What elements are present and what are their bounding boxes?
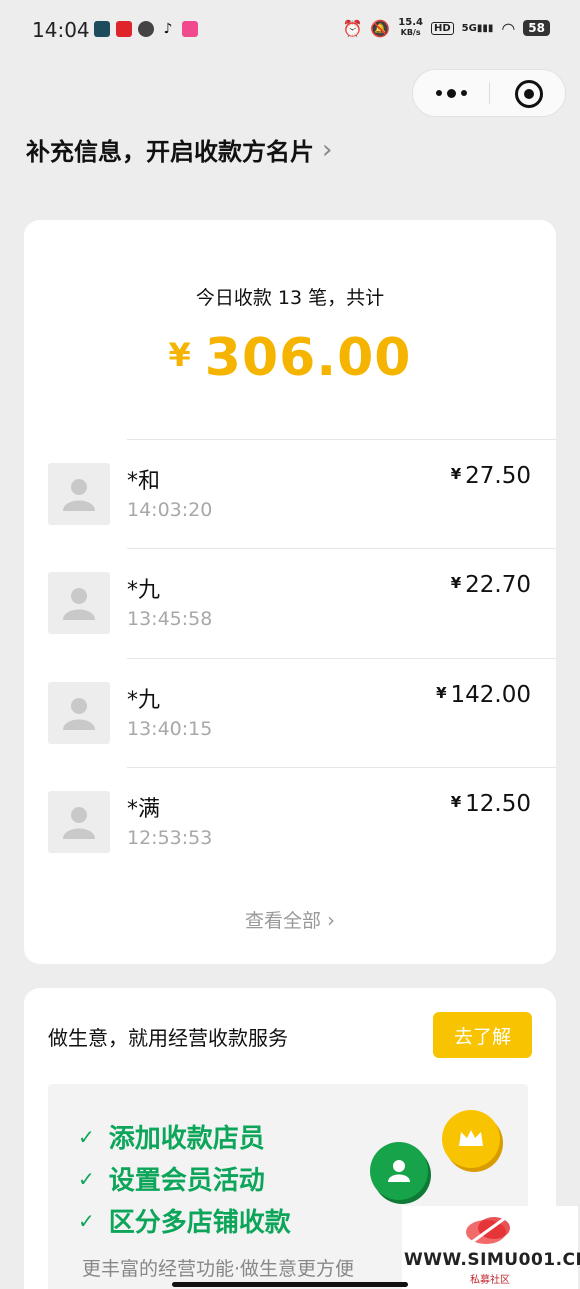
status-bar: 14:04 ♪ ⏰ 🔕 15.4 KB/s HD 5G▮▮▮ ◠ 58 [0, 0, 580, 62]
payment-amount: ¥12.50 [450, 791, 531, 817]
chevron-right-icon: › [322, 134, 333, 165]
transaction-row[interactable]: *满 12:53:53 ¥12.50 [24, 767, 556, 877]
battery-icon: 58 [523, 20, 550, 36]
payer-name: *和 [127, 469, 161, 494]
default-user-icon [63, 479, 95, 511]
check-icon: ✓ [78, 1208, 95, 1233]
row-divider [127, 439, 556, 440]
currency-symbol: ¥ [168, 336, 191, 374]
row-divider [127, 767, 556, 768]
row-divider [127, 658, 556, 659]
view-all-label: 查看全部 [244, 910, 321, 932]
payer-name: *九 [127, 688, 161, 713]
crown-coin-icon [442, 1110, 500, 1168]
payer-name: *满 [127, 797, 161, 822]
status-indicators: ⏰ 🔕 15.4 KB/s HD 5G▮▮▮ ◠ 58 [342, 18, 550, 38]
row-divider [127, 548, 556, 549]
feature-item: ✓ 区分多店铺收款 [78, 1208, 291, 1238]
payment-amount: ¥27.50 [450, 463, 531, 489]
status-time: 14:04 [32, 18, 90, 42]
home-indicator[interactable] [172, 1282, 408, 1287]
more-options-icon[interactable] [413, 70, 489, 116]
default-user-icon [63, 588, 95, 620]
chevron-right-icon: › [327, 908, 335, 932]
app-notification-icon [94, 21, 110, 37]
payment-amount: ¥22.70 [450, 572, 531, 598]
capsule-divider [489, 82, 490, 104]
watermark: WWW.SIMU001.CN 私募社区 [402, 1206, 580, 1289]
transaction-row[interactable]: *和 14:03:20 ¥27.50 [24, 439, 556, 549]
signal-icon: 5G▮▮▮ [461, 22, 494, 34]
transaction-row[interactable]: *九 13:45:58 ¥22.70 [24, 548, 556, 658]
check-icon: ✓ [78, 1166, 95, 1191]
default-user-icon [63, 698, 95, 730]
check-icon: ✓ [78, 1124, 95, 1149]
today-total-amount: ¥306.00 [24, 328, 556, 388]
supplement-info-label: 补充信息，开启收款方名片 [26, 138, 314, 166]
tiktok-icon: ♪ [163, 21, 173, 37]
miniprogram-capsule [412, 69, 566, 117]
payer-avatar [48, 682, 110, 744]
payer-name: *九 [127, 578, 161, 603]
today-summary-label: 今日收款 13 笔，共计 [195, 287, 385, 309]
transaction-row[interactable]: *九 13:40:15 ¥142.00 [24, 658, 556, 768]
payment-time: 13:40:15 [127, 718, 213, 740]
learn-more-button[interactable]: 去了解 [433, 1012, 532, 1058]
feature-item: ✓ 设置会员活动 [78, 1166, 265, 1196]
feature-item: ✓ 添加收款店员 [78, 1124, 265, 1154]
payment-time: 13:45:58 [127, 608, 213, 630]
net-speed: 15.4 KB/s [398, 17, 423, 38]
close-miniprogram-icon[interactable] [515, 80, 543, 108]
default-user-icon [63, 807, 95, 839]
payment-amount: ¥142.00 [436, 682, 531, 708]
watermark-site: WWW.SIMU001.CN [404, 1250, 580, 1270]
staff-coin-icon [370, 1142, 428, 1200]
app-notification-icon [182, 21, 198, 37]
supplement-info-link[interactable]: 补充信息，开启收款方名片 › [26, 132, 332, 167]
total-amount-value: 306.00 [204, 328, 412, 388]
hd-badge: HD [430, 21, 454, 35]
payer-avatar [48, 463, 110, 525]
mute-icon: 🔕 [370, 18, 391, 38]
today-receipts-card: 今日收款 13 笔，共计 ¥306.00 *和 14:03:20 ¥27.50 … [24, 220, 556, 964]
view-all-link[interactable]: 查看全部 › [24, 906, 556, 933]
payer-avatar [48, 791, 110, 853]
notification-icons: ♪ [94, 21, 198, 37]
wifi-icon: ◠ [501, 18, 516, 38]
alarm-icon: ⏰ [342, 18, 363, 38]
app-notification-icon [116, 21, 132, 37]
service-title: 做生意，就用经营收款服务 [48, 1026, 288, 1050]
payment-time: 12:53:53 [127, 827, 213, 849]
service-subtitle: 更丰富的经营功能·做生意更方便 [82, 1258, 355, 1280]
chat-bubble-icon [138, 21, 154, 37]
watermark-logo-icon [466, 1214, 510, 1244]
watermark-name: 私募社区 [470, 1275, 510, 1286]
payer-avatar [48, 572, 110, 634]
payment-time: 14:03:20 [127, 499, 213, 521]
